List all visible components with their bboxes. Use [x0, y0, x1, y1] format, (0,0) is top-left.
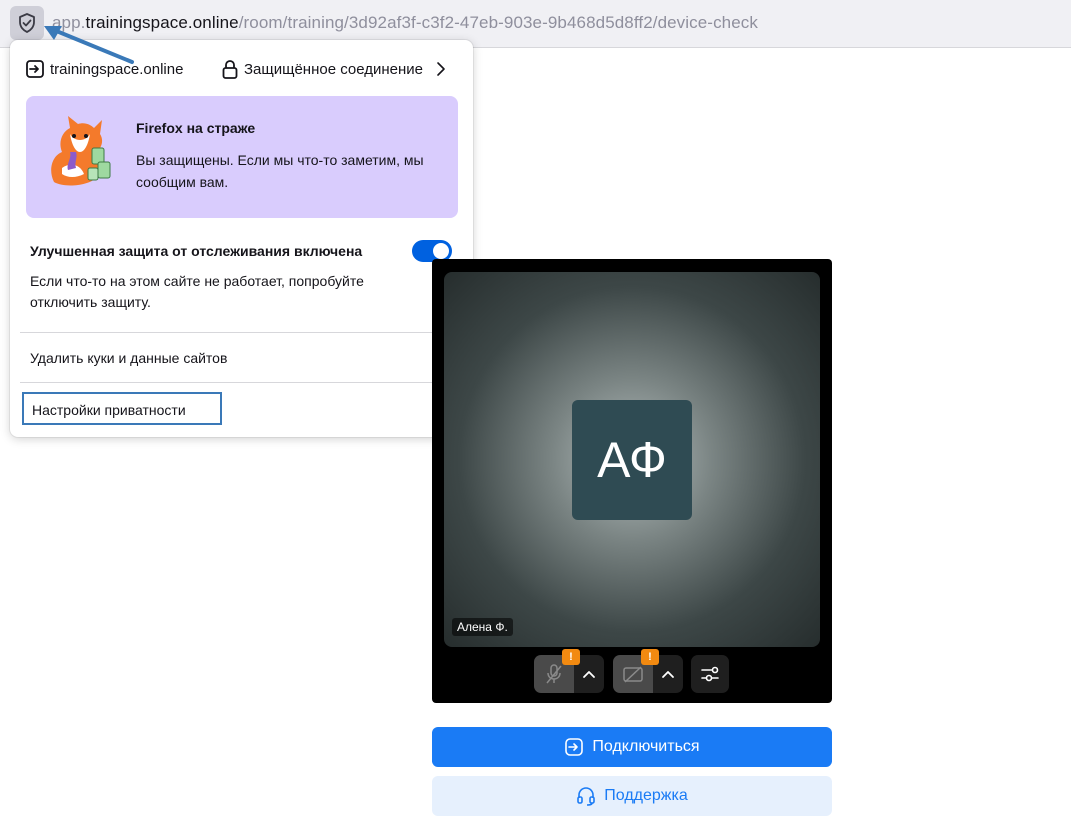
mic-warning-badge: ! [562, 649, 580, 665]
privacy-settings-link[interactable]: Настройки приватности [22, 392, 222, 425]
protection-promo-card: Firefox на страже Вы защищены. Если мы ч… [26, 96, 458, 218]
lock-icon [222, 60, 238, 79]
camera-off-icon [623, 666, 643, 683]
secure-connection-label: Защищённое соединение [244, 61, 424, 78]
url-field[interactable]: app.trainingspace.online/room/training/3… [52, 13, 758, 33]
video-preview: АФ Алена Ф. ! ! [432, 259, 832, 703]
url-path: /room/training/3d92af3f-c3f2-47eb-903e-9… [238, 13, 758, 32]
clear-cookies-item[interactable]: Удалить куки и данные сайтов [30, 350, 227, 366]
connect-button[interactable]: Подключиться [432, 727, 832, 767]
tracking-protection-button[interactable] [10, 6, 44, 40]
mic-control: ! [534, 649, 604, 693]
support-button[interactable]: Поддержка [432, 776, 832, 816]
camera-toggle-button[interactable]: ! [613, 649, 659, 693]
chevron-up-icon [583, 671, 595, 678]
divider [20, 332, 463, 333]
participant-name: Алена Ф. [452, 618, 513, 636]
mic-off-icon [546, 664, 562, 684]
support-button-label: Поддержка [604, 787, 688, 804]
mic-toggle-button[interactable]: ! [534, 649, 580, 693]
chevron-right-icon [437, 62, 445, 76]
etp-status-title: Улучшенная защита от отслеживания включе… [30, 243, 363, 259]
fox-illustration [51, 116, 111, 186]
site-info-panel: trainingspace.online Защищённое соединен… [10, 40, 473, 437]
shield-icon [19, 13, 35, 33]
divider [20, 382, 463, 383]
chevron-up-icon [662, 671, 674, 678]
etp-description: Если что-то на этом сайте не работает, п… [30, 273, 364, 310]
connect-button-label: Подключиться [592, 738, 700, 755]
promo-title: Firefox на страже [136, 120, 256, 136]
login-icon [565, 738, 584, 756]
annotation-arrow [44, 26, 134, 64]
headset-icon [577, 787, 596, 806]
device-settings-button[interactable] [691, 655, 729, 693]
sliders-icon [701, 666, 719, 682]
video-frame: АФ Алена Ф. [444, 272, 820, 647]
promo-text: Вы защищены. Если мы что-то заметим, мы … [136, 152, 424, 190]
camera-warning-badge: ! [641, 649, 659, 665]
camera-control: ! [613, 649, 683, 693]
avatar: АФ [572, 400, 692, 520]
